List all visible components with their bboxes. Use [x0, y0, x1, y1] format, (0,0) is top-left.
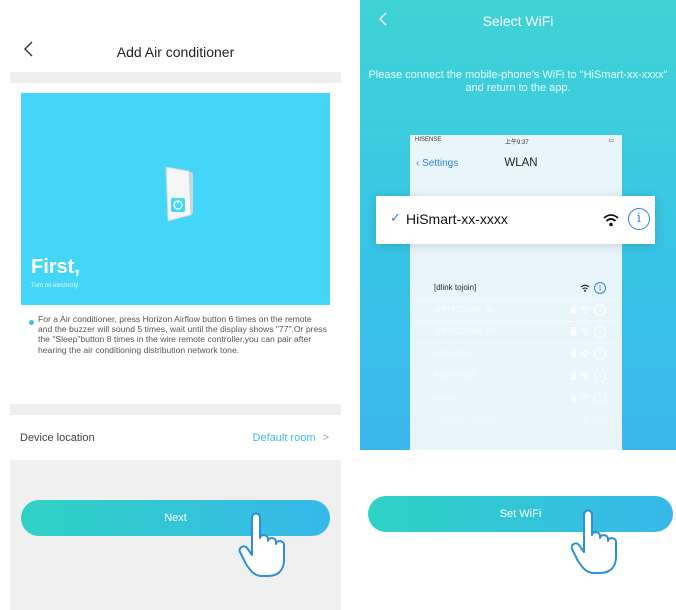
device-location-value: Default room >: [253, 432, 329, 444]
air-conditioner-remote-icon: [165, 166, 193, 222]
wifi-signal-icon: [580, 394, 590, 402]
network-name: Hisense_101897: [434, 415, 495, 424]
set-wifi-button-label: Set WiFi: [499, 508, 542, 520]
instruction-hero: First, Turn on electricity: [21, 93, 330, 305]
selected-ssid: HiSmart-xx-xxxx: [406, 211, 508, 227]
divider-band: [10, 72, 341, 83]
header-bar: Add Air conditioner: [10, 0, 341, 72]
network-row: AUTOTEST i: [410, 366, 622, 388]
hero-subheading: Turn on electricity: [31, 283, 79, 289]
wifi-signal-icon: [603, 214, 619, 227]
wifi-signal-icon: [580, 306, 590, 314]
wifi-signal-icon: [580, 328, 590, 336]
carrier-label: HISENSE: [415, 137, 442, 143]
select-wifi-screen: Select WiFi Please connect the mobile-ph…: [360, 0, 676, 610]
add-air-conditioner-screen: Add Air conditioner First, Turn on elect…: [10, 0, 341, 610]
network-row: @PHICOMM_20 i: [410, 300, 622, 322]
checkmark-icon: ✓: [390, 210, 401, 225]
device-location-row[interactable]: Device location Default room >: [10, 415, 341, 460]
set-wifi-button[interactable]: Set WiFi: [368, 496, 673, 532]
network-icons: i: [571, 391, 606, 405]
room-name: Default room: [252, 432, 316, 444]
network-icons: i: [571, 325, 606, 339]
network-icons: i: [571, 303, 606, 317]
tap-hand-icon: [570, 509, 617, 574]
selected-network-card: ✓ HiSmart-xx-xxxx i: [376, 196, 655, 244]
page-title: Select WiFi: [482, 13, 554, 29]
bullet-dot: [29, 320, 34, 325]
network-row: 101-online i: [410, 344, 622, 366]
battery-icon: ▭: [608, 138, 614, 144]
info-icon: i: [594, 392, 606, 404]
wlan-title: WLAN: [504, 157, 538, 169]
ios-nav-bar: ‹ Settings WLAN: [410, 147, 622, 193]
tap-hand-icon: [238, 512, 285, 577]
info-icon: i: [594, 304, 606, 316]
network-icons: i: [580, 413, 606, 427]
page-title: Add Air conditioner: [116, 44, 235, 60]
divider-band: [10, 404, 341, 415]
pairing-instructions: For a Air conditioner, press Horizon Air…: [38, 314, 327, 355]
wifi-signal-icon: [580, 284, 590, 292]
network-row: @PHICOMM_2A i: [410, 322, 622, 344]
network-name: 101-online: [434, 349, 472, 358]
network-list: [dlink tojoin] i @PHICOMM_20 i @PHICOMM_2A i 1…: [410, 278, 622, 450]
info-icon: i: [628, 208, 650, 230]
lock-icon: [571, 327, 576, 336]
lock-icon: [571, 305, 576, 314]
lock-icon: [571, 349, 576, 358]
info-icon: i: [594, 282, 606, 294]
network-name: AUTOTEST: [434, 371, 477, 380]
network-name: @PHICOMM_20: [434, 305, 495, 314]
status-time: 上午9:37: [505, 140, 529, 146]
chevron-right-icon: >: [322, 432, 329, 444]
network-name: dd-wrt: [434, 393, 457, 402]
network-name: [dlink tojoin]: [434, 283, 477, 292]
wifi-instruction: Please connect the mobile-phone's WiFi t…: [368, 69, 668, 94]
device-location-label: Device location: [20, 432, 95, 444]
info-icon: i: [594, 348, 606, 360]
network-icons: i: [580, 281, 606, 295]
wifi-signal-icon: [580, 372, 590, 380]
lock-icon: [571, 393, 576, 402]
network-icons: i: [571, 369, 606, 383]
network-row: dd-wrt i: [410, 388, 622, 410]
info-icon: i: [594, 370, 606, 382]
wifi-signal-icon: [580, 416, 590, 424]
wifi-signal-icon: [580, 350, 590, 358]
network-name: @PHICOMM_2A: [434, 327, 496, 336]
info-icon: i: [594, 414, 606, 426]
hero-heading: First,: [31, 256, 80, 278]
network-icons: i: [571, 347, 606, 361]
phone-status-bar: HISENSE 上午9:37 ▭: [410, 135, 622, 147]
network-row: Hisense_101897 i: [410, 410, 622, 432]
lock-icon: [571, 371, 576, 380]
info-icon: i: [594, 326, 606, 338]
network-row: [dlink tojoin] i: [410, 278, 622, 300]
